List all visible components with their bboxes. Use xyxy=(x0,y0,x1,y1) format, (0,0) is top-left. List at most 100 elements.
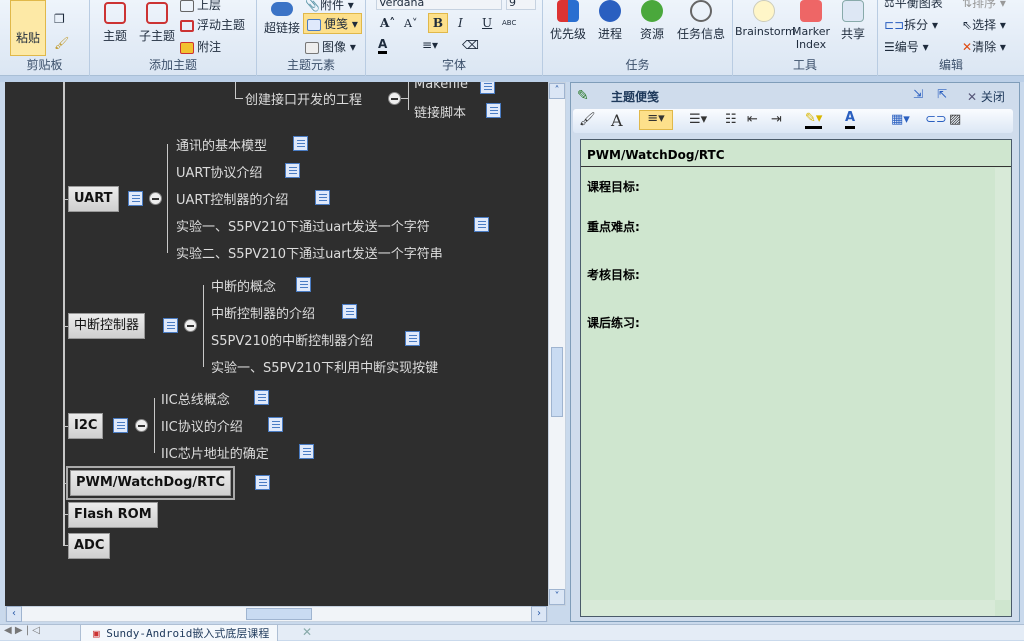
note-icon[interactable] xyxy=(255,475,270,490)
subtopic[interactable]: IIC协议的介绍 xyxy=(161,416,243,435)
progress-button[interactable]: 进程 xyxy=(593,0,627,42)
note-icon[interactable] xyxy=(342,304,357,319)
callout-button[interactable]: 附注 xyxy=(180,38,221,55)
horizontal-scrollbar[interactable]: ‹ › xyxy=(5,606,548,622)
import-icon[interactable]: ⇲ xyxy=(913,87,923,101)
share-button[interactable]: 共享 xyxy=(837,0,869,42)
topic-interrupt-controller[interactable]: 中断控制器 xyxy=(68,313,146,339)
note-icon[interactable] xyxy=(293,136,308,151)
topic-flash-rom[interactable]: Flash ROM xyxy=(68,502,158,528)
highlight-icon[interactable]: ✎▾ xyxy=(805,111,823,129)
table-icon[interactable]: ▦▾ xyxy=(891,112,910,127)
balance-button[interactable]: ⚖平衡图表 xyxy=(884,0,943,11)
hyperlink-button[interactable]: 超链接 xyxy=(262,2,302,36)
floating-topic-button[interactable]: 浮动主题 xyxy=(180,16,245,33)
topic-button[interactable]: 主题 xyxy=(100,2,130,44)
strikethrough-button[interactable]: ABC xyxy=(502,19,516,27)
nav-arrows-icon[interactable]: ◀ ▶ | ◁ xyxy=(4,625,40,636)
bullet-list-icon[interactable]: ☷ xyxy=(725,112,737,127)
parent-topic-button[interactable]: 上层 xyxy=(180,0,221,13)
note-icon[interactable] xyxy=(113,418,128,433)
font-color-icon[interactable]: A xyxy=(845,110,856,129)
notes-button[interactable]: 便笺 ▾ xyxy=(303,13,362,34)
vertical-scrollbar[interactable]: ˄ ˅ xyxy=(548,82,566,606)
collapse-icon[interactable] xyxy=(184,319,197,332)
subtopic[interactable]: IIC芯片地址的确定 xyxy=(161,443,269,462)
note-icon[interactable] xyxy=(480,82,495,94)
topic-create-project[interactable]: 创建接口开发的工程 xyxy=(245,89,362,108)
subtopic[interactable]: IIC总线概念 xyxy=(161,389,230,408)
shrink-font-icon[interactable]: A˅ xyxy=(404,17,417,30)
topic-pwm-watchdog-rtc[interactable]: PWM/WatchDog/RTC xyxy=(66,466,235,500)
split-button[interactable]: ⊏⊐拆分 ▾ xyxy=(884,16,938,33)
brainstorm-button[interactable]: Brainstorm xyxy=(735,0,796,38)
topic-makefile[interactable]: Makefile xyxy=(414,82,468,92)
scroll-down-icon[interactable]: ˅ xyxy=(549,589,565,605)
align-icon[interactable]: ≡▾ xyxy=(639,110,673,130)
note-icon[interactable] xyxy=(285,163,300,178)
priority-button[interactable]: 优先级 xyxy=(549,0,587,42)
mindmap-canvas[interactable]: 创建接口开发的工程 Makefile 链接脚本 UART 通讯的基本模型 UAR… xyxy=(5,82,548,606)
topic-link-script[interactable]: 链接脚本 xyxy=(414,102,466,121)
select-button[interactable]: ⇖选择 ▾ xyxy=(962,16,1006,33)
clear-button[interactable]: ✕清除 ▾ xyxy=(962,38,1006,55)
link-icon[interactable]: ⊂⊃ xyxy=(925,112,947,127)
note-icon[interactable] xyxy=(486,103,501,118)
note-icon[interactable] xyxy=(128,191,143,206)
task-info-button[interactable]: 任务信息 xyxy=(673,0,729,42)
copy-icon[interactable]: ❐ xyxy=(54,12,65,26)
note-icon[interactable] xyxy=(299,444,314,459)
resource-button[interactable]: 资源 xyxy=(635,0,669,42)
subtopic[interactable]: 中断的概念 xyxy=(211,276,276,295)
horizontal-scroll-thumb[interactable] xyxy=(246,608,312,620)
paste-button[interactable]: 粘贴 xyxy=(10,0,46,56)
collapse-icon[interactable] xyxy=(388,92,401,105)
subtopic[interactable]: 实验一、S5PV210下通过uart发送一个字符 xyxy=(176,216,430,235)
topic-i2c[interactable]: I2C xyxy=(68,413,104,439)
note-icon[interactable] xyxy=(296,277,311,292)
align-icon[interactable]: ≡▾ xyxy=(422,38,438,52)
font-size-select[interactable]: 9 xyxy=(506,0,536,10)
note-icon[interactable] xyxy=(163,318,178,333)
export-icon[interactable]: ⇱ xyxy=(937,87,947,101)
attachment-button[interactable]: 📎附件 ▾ xyxy=(305,0,354,13)
close-notes-button[interactable]: ✕ 关闭 xyxy=(967,88,1005,105)
scroll-right-icon[interactable]: › xyxy=(531,606,547,622)
numbered-list-icon[interactable]: ☰▾ xyxy=(689,112,707,127)
marker-index-button[interactable]: Marker Index xyxy=(791,0,831,51)
note-icon[interactable] xyxy=(254,390,269,405)
subtopic[interactable]: 实验一、S5PV210下利用中断实现按键 xyxy=(211,357,438,376)
scroll-up-icon[interactable]: ˄ xyxy=(549,83,565,99)
note-icon[interactable] xyxy=(268,417,283,432)
italic-button[interactable]: I xyxy=(458,16,463,30)
close-tab-icon[interactable]: ✕ xyxy=(302,625,312,639)
image-button[interactable]: 图像 ▾ xyxy=(305,38,356,55)
tab-document[interactable]: ▣ Sundy-Android嵌入式底层课程 xyxy=(80,625,278,641)
outdent-icon[interactable]: ⇤ xyxy=(747,112,758,127)
grow-font-icon[interactable]: A˄ xyxy=(380,16,395,30)
scroll-left-icon[interactable]: ‹ xyxy=(6,606,22,622)
format-painter-icon[interactable]: 🖌 xyxy=(579,112,596,127)
topic-uart[interactable]: UART xyxy=(68,186,119,212)
bold-button[interactable]: B xyxy=(428,13,448,33)
image-icon[interactable]: ▨ xyxy=(949,112,961,127)
note-vertical-scrollbar[interactable] xyxy=(995,168,1010,600)
collapse-icon[interactable] xyxy=(149,192,162,205)
note-editor[interactable]: PWM/WatchDog/RTC 课程目标: 重点难点: 考核目标: 课后练习: xyxy=(580,139,1012,617)
numbering-button[interactable]: ☰编号 ▾ xyxy=(884,38,929,55)
font-icon[interactable]: A xyxy=(611,111,623,130)
clear-format-icon[interactable]: ⌫ xyxy=(462,38,479,52)
note-icon[interactable] xyxy=(315,190,330,205)
indent-icon[interactable]: ⇥ xyxy=(771,112,782,127)
sort-button[interactable]: ⇅排序 ▾ xyxy=(962,0,1006,11)
note-icon[interactable] xyxy=(474,217,489,232)
topic-adc[interactable]: ADC xyxy=(68,533,111,559)
subtopic[interactable]: S5PV210的中断控制器介绍 xyxy=(211,330,373,349)
font-color-icon[interactable]: A xyxy=(378,38,388,54)
subtopic-button[interactable]: 子主题 xyxy=(138,2,176,44)
underline-button[interactable]: U xyxy=(482,16,492,30)
subtopic[interactable]: 中断控制器的介绍 xyxy=(211,303,315,322)
subtopic[interactable]: UART控制器的介绍 xyxy=(176,189,288,208)
vertical-scroll-thumb[interactable] xyxy=(551,347,563,417)
collapse-icon[interactable] xyxy=(135,419,148,432)
